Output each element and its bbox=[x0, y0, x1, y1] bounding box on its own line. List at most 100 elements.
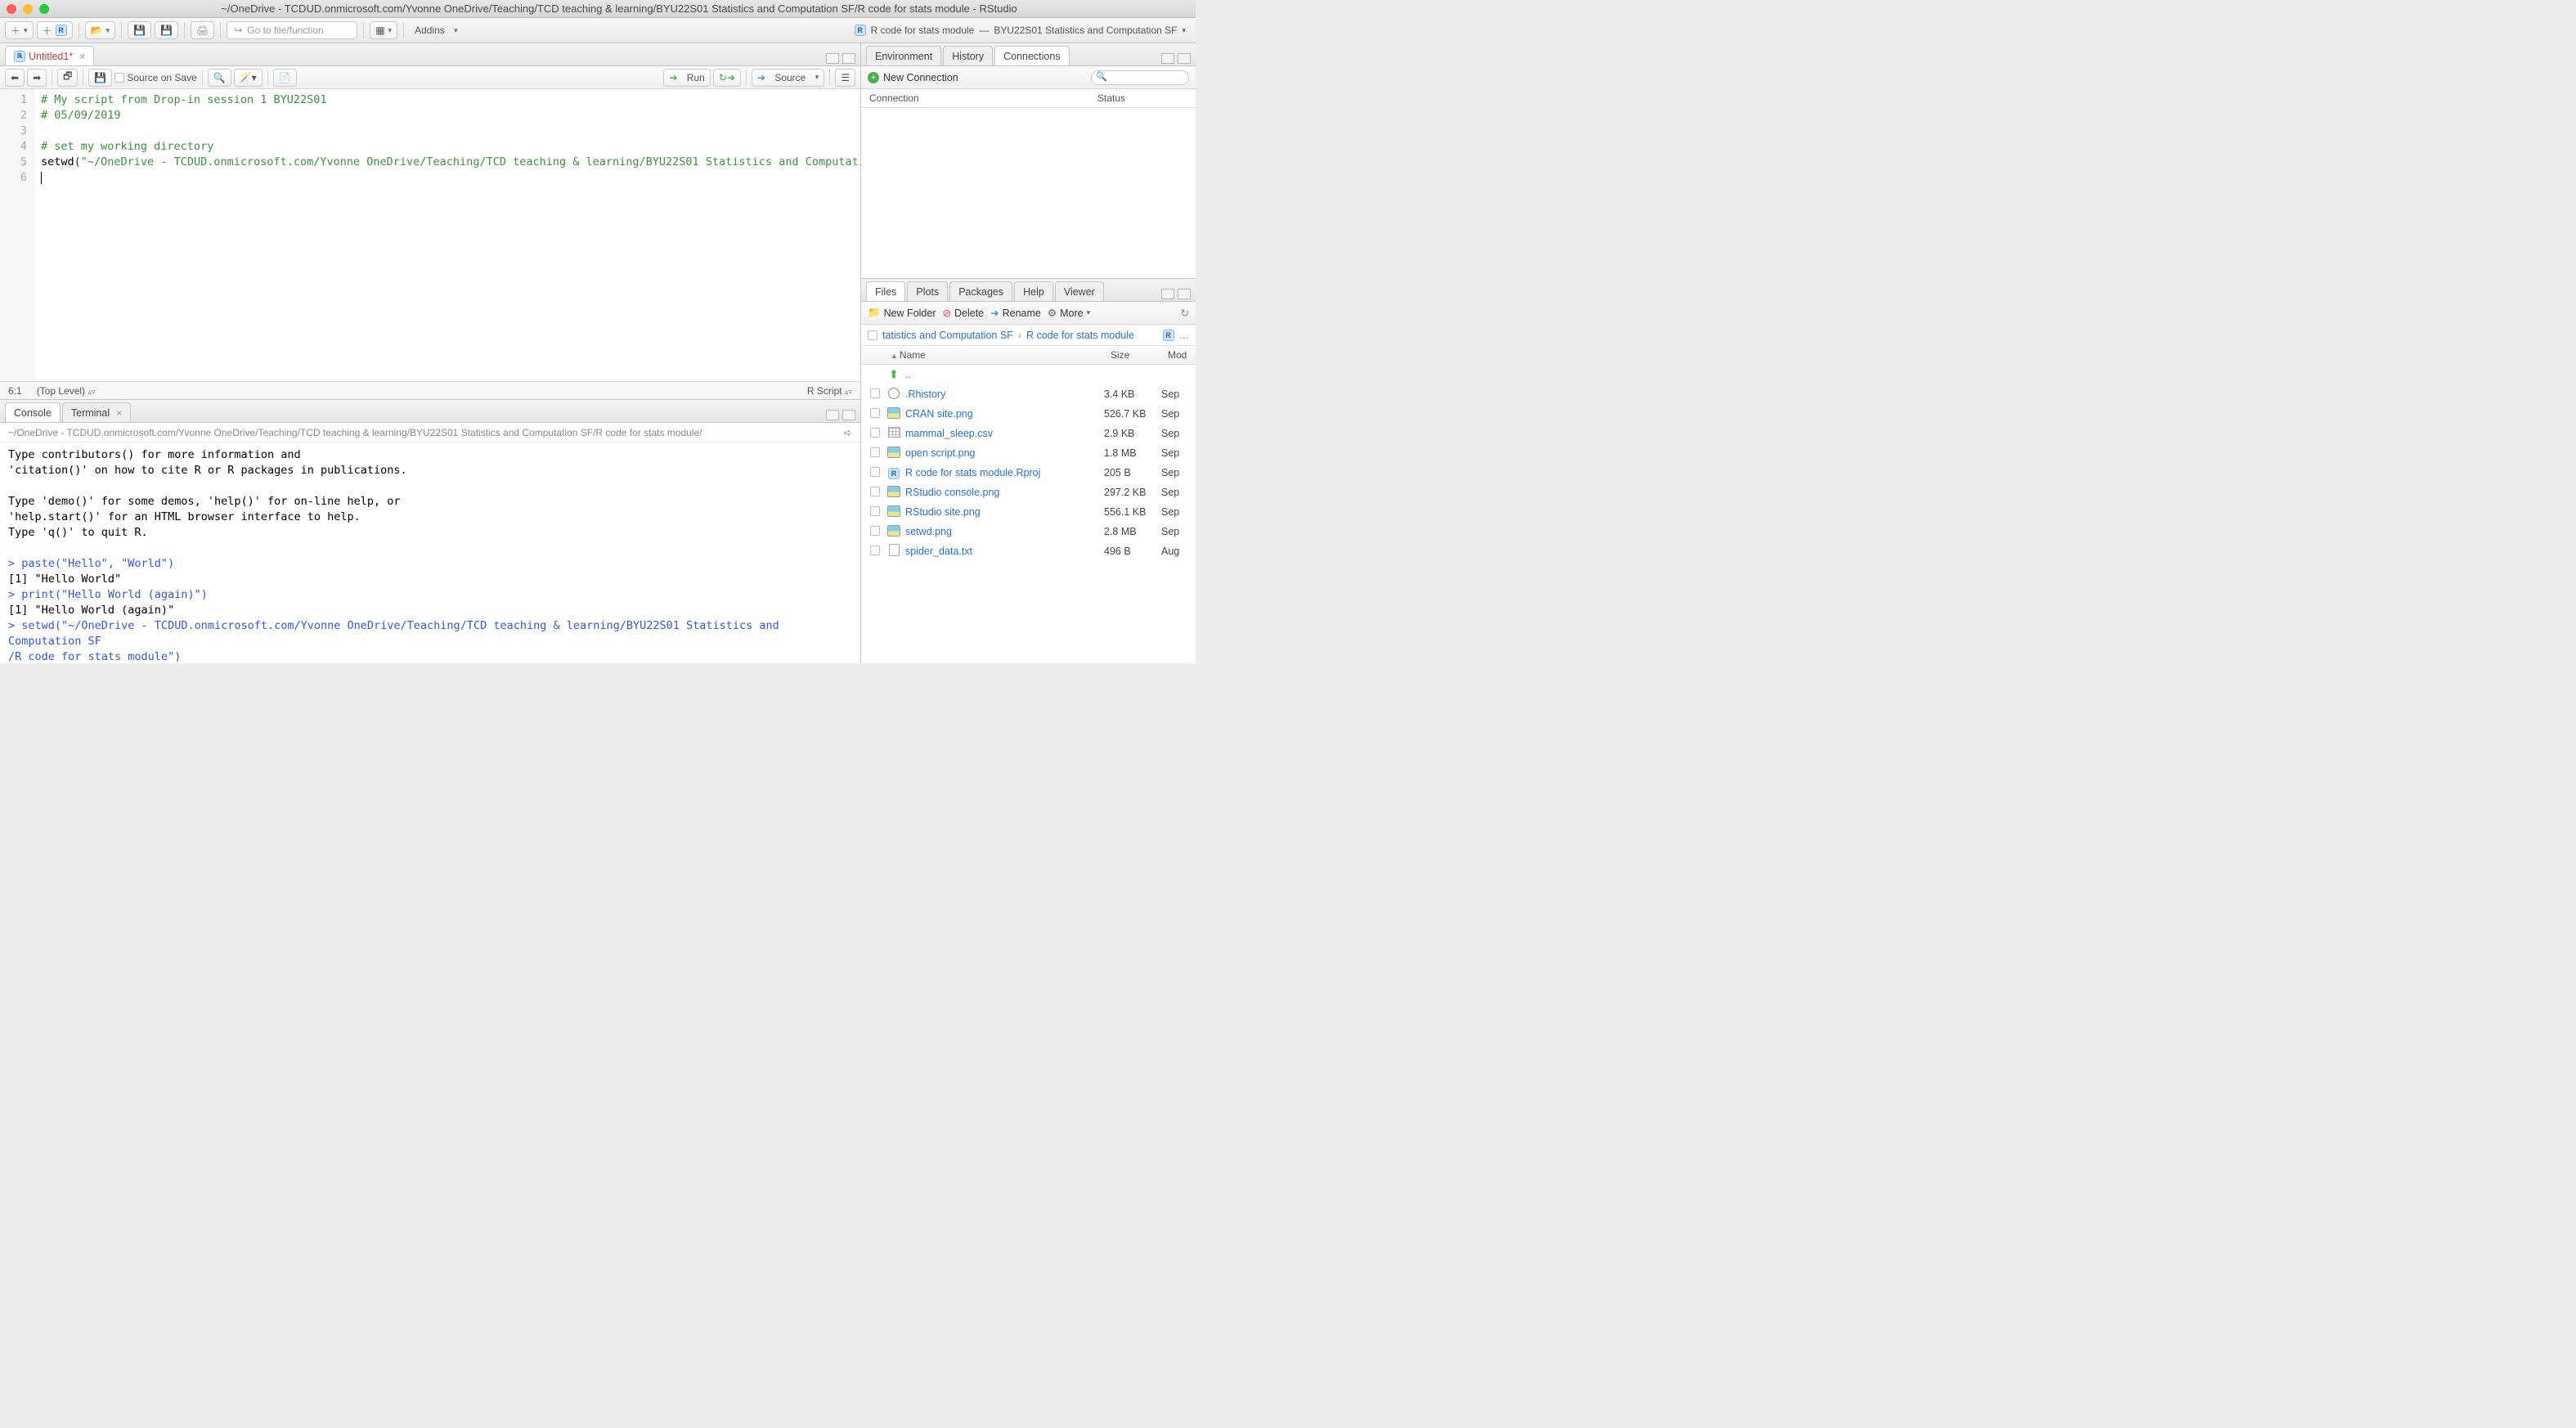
file-row[interactable]: RStudio site.png556.1 KBSep bbox=[861, 502, 1196, 522]
grid-icon: ▦ bbox=[375, 25, 384, 36]
file-checkbox[interactable] bbox=[870, 447, 880, 457]
code-editor[interactable]: 123456 # My script from Drop-in session … bbox=[0, 89, 860, 381]
r-project-icon[interactable]: R bbox=[1163, 330, 1174, 341]
run-button[interactable]: ➔ Run bbox=[663, 69, 710, 87]
r-script-icon: ℝ bbox=[14, 51, 25, 62]
file-checkbox[interactable] bbox=[870, 467, 880, 477]
file-mod: Sep bbox=[1161, 487, 1194, 498]
tab-connections[interactable]: Connections bbox=[994, 46, 1070, 65]
file-row[interactable]: open script.png1.8 MBSep bbox=[861, 443, 1196, 463]
file-mod: Sep bbox=[1161, 526, 1194, 537]
tab-console[interactable]: Console bbox=[5, 402, 61, 422]
save-all-button[interactable]: 💾 bbox=[155, 21, 178, 39]
environment-pane: Environment History Connections +New Con… bbox=[861, 43, 1196, 279]
rename-button[interactable]: ➜Rename bbox=[990, 307, 1041, 319]
tab-packages[interactable]: Packages bbox=[949, 281, 1012, 301]
file-row[interactable]: setwd.png2.8 MBSep bbox=[861, 522, 1196, 541]
more-path-button[interactable]: … bbox=[1179, 330, 1190, 341]
outline-button[interactable]: ☰ bbox=[835, 69, 855, 87]
col-size[interactable]: Size bbox=[1106, 346, 1163, 364]
close-window-button[interactable] bbox=[7, 4, 16, 14]
goto-file-input[interactable]: ↪Go to file/function bbox=[227, 21, 357, 39]
maximize-pane-icon[interactable] bbox=[1178, 289, 1191, 299]
file-checkbox[interactable] bbox=[870, 408, 880, 418]
close-tab-icon[interactable]: × bbox=[79, 51, 85, 62]
language-selector[interactable]: R Script ▵▿ bbox=[807, 385, 852, 397]
file-checkbox[interactable] bbox=[870, 546, 880, 555]
file-type-icon bbox=[887, 505, 900, 519]
connections-search-input[interactable] bbox=[1091, 70, 1189, 85]
save-source-button[interactable]: 💾 bbox=[88, 69, 112, 87]
tab-viewer[interactable]: Viewer bbox=[1055, 281, 1104, 301]
maximize-pane-icon[interactable] bbox=[842, 53, 855, 64]
forward-button[interactable]: ➡ bbox=[27, 69, 47, 87]
tab-plots[interactable]: Plots bbox=[907, 281, 948, 301]
crumb-parent[interactable]: tatistics and Computation SF bbox=[882, 330, 1013, 341]
file-row[interactable]: spider_data.txt496 BAug bbox=[861, 541, 1196, 561]
code-area[interactable]: # My script from Drop-in session 1 BYU22… bbox=[34, 89, 860, 381]
file-row[interactable]: CRAN site.png526.7 KBSep bbox=[861, 404, 1196, 424]
scope-selector[interactable]: (Top Level) ▵▿ bbox=[37, 385, 96, 397]
minimize-pane-icon[interactable] bbox=[1161, 53, 1174, 64]
file-checkbox[interactable] bbox=[870, 506, 880, 516]
report-button[interactable]: 📄 bbox=[273, 69, 297, 87]
show-in-new-window-button[interactable]: 🗗 bbox=[57, 69, 78, 87]
close-tab-icon[interactable]: × bbox=[116, 407, 122, 419]
tab-history[interactable]: History bbox=[943, 46, 993, 65]
new-connection-button[interactable]: +New Connection bbox=[868, 72, 958, 83]
maximize-pane-icon[interactable] bbox=[1178, 53, 1191, 64]
minimize-pane-icon[interactable] bbox=[826, 53, 839, 64]
zoom-window-button[interactable] bbox=[39, 4, 49, 14]
console-output[interactable]: Type contributors() for more information… bbox=[0, 442, 860, 663]
file-checkbox[interactable] bbox=[870, 487, 880, 496]
console-tabstrip: Console Terminal× bbox=[0, 400, 860, 423]
source-on-save-checkbox[interactable] bbox=[114, 73, 124, 83]
wand-button[interactable]: 🪄▾ bbox=[234, 69, 263, 87]
print-button[interactable]: 🖨 bbox=[191, 21, 214, 39]
find-button[interactable]: 🔍 bbox=[208, 69, 231, 87]
tab-terminal[interactable]: Terminal× bbox=[62, 402, 131, 422]
file-type-icon bbox=[887, 486, 900, 500]
minimize-window-button[interactable] bbox=[23, 4, 33, 14]
file-row[interactable]: .Rhistory3.4 KBSep bbox=[861, 384, 1196, 404]
new-folder-button[interactable]: 📁New Folder bbox=[868, 307, 936, 319]
maximize-pane-icon[interactable] bbox=[842, 410, 855, 420]
addins-menu[interactable]: Addins ▾ bbox=[410, 21, 463, 39]
tab-environment[interactable]: Environment bbox=[866, 46, 941, 65]
print-icon: 🖨 bbox=[196, 25, 209, 36]
save-button[interactable]: 💾 bbox=[128, 21, 151, 39]
col-name[interactable]: ▲Name bbox=[886, 346, 1106, 364]
back-button[interactable]: ⬅ bbox=[5, 69, 25, 87]
file-row[interactable]: mammal_sleep.csv2.9 KBSep bbox=[861, 424, 1196, 443]
open-file-button[interactable]: 📂▾ bbox=[85, 21, 115, 39]
tab-files[interactable]: Files bbox=[866, 281, 905, 301]
tab-help[interactable]: Help bbox=[1014, 281, 1053, 301]
updir-row[interactable]: ⬆.. bbox=[861, 365, 1196, 384]
file-checkbox[interactable] bbox=[870, 428, 880, 438]
grid-view-button[interactable]: ▦▾ bbox=[370, 21, 397, 39]
new-project-button[interactable]: ＋R bbox=[37, 21, 73, 39]
source-on-save-label: Source on Save bbox=[127, 72, 196, 83]
file-row[interactable]: RStudio console.png297.2 KBSep bbox=[861, 483, 1196, 502]
new-file-button[interactable]: ＋▾ bbox=[5, 21, 34, 39]
more-button[interactable]: ⚙More▾ bbox=[1048, 307, 1090, 319]
source-button[interactable]: ➔ Source ▾ bbox=[752, 69, 824, 87]
delete-button[interactable]: ⊘Delete bbox=[943, 307, 985, 319]
col-mod[interactable]: Mod bbox=[1163, 346, 1196, 364]
project-menu[interactable]: R R code for stats module — BYU22S01 Sta… bbox=[850, 25, 1191, 36]
file-type-icon: R bbox=[887, 466, 900, 479]
select-all-checkbox[interactable] bbox=[868, 330, 877, 340]
crumb-current[interactable]: R code for stats module bbox=[1026, 330, 1134, 341]
rerun-button[interactable]: ↻➔ bbox=[713, 69, 741, 87]
tab-untitled1[interactable]: ℝ Untitled1* × bbox=[5, 46, 94, 65]
file-row[interactable]: RR code for stats module.Rproj205 BSep bbox=[861, 463, 1196, 483]
minimize-pane-icon[interactable] bbox=[826, 410, 839, 420]
file-checkbox[interactable] bbox=[870, 526, 880, 536]
minimize-pane-icon[interactable] bbox=[1161, 289, 1174, 299]
goto-wd-icon[interactable]: ➪ bbox=[844, 427, 852, 438]
goto-arrow-icon: ↪ bbox=[234, 25, 242, 36]
connections-body bbox=[861, 108, 1196, 278]
rerun-icon: ↻➔ bbox=[719, 72, 735, 83]
file-checkbox[interactable] bbox=[870, 388, 880, 398]
refresh-button[interactable]: ↻ bbox=[1181, 307, 1189, 319]
